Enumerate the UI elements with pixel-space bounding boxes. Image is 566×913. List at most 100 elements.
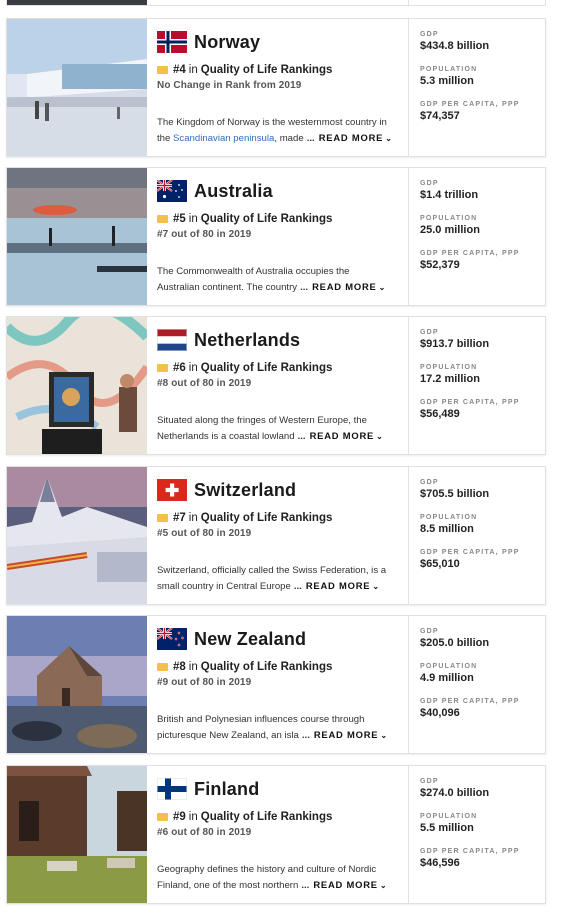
rank-number: #9 [173,811,186,823]
ranking-badge-icon [157,364,168,372]
country-photo[interactable] [7,616,147,753]
country-photo[interactable] [7,766,147,903]
read-more-button[interactable]: READ MORE ⌄ [312,279,386,295]
gdp-per-capita-label: GDP PER CAPITA, PPP [420,250,520,257]
country-description: Geography defines the history and cultur… [157,862,402,893]
rank-row: #5 in Quality of Life Rankings [157,213,402,225]
country-card: Netherlands #6 in Quality of Life Rankin… [6,316,546,455]
rank-row: #6 in Quality of Life Rankings [157,362,402,374]
read-more-label: READ MORE [312,281,377,292]
chevron-down-icon: ⌄ [372,582,380,591]
ellipsis: ... [301,729,310,741]
country-name[interactable]: Finland [194,779,259,800]
previous-rank: #8 out of 80 in 2019 [157,378,252,389]
new-zealand-flag-icon [157,628,187,650]
gdp-label: GDP [420,31,439,38]
rank-number: #6 [173,362,186,374]
card-main: Netherlands #6 in Quality of Life Rankin… [157,327,402,449]
ranking-list-link[interactable]: Quality of Life Rankings [201,512,333,524]
previous-card-stub [6,0,546,6]
gdp-value: $205.0 billion [420,637,490,649]
read-more-button[interactable]: READ MORE ⌄ [306,578,380,594]
country-name[interactable]: Switzerland [194,480,296,501]
country-name[interactable]: Norway [194,32,260,53]
ellipsis: ... [306,132,315,144]
population-value: 5.3 million [420,75,474,87]
population-label: POPULATION [420,66,478,73]
rank-number: #7 [173,512,186,524]
rank-row: #7 in Quality of Life Rankings [157,512,402,524]
country-description: British and Polynesian influences course… [157,712,402,743]
ranking-list-link[interactable]: Quality of Life Rankings [201,811,333,823]
rank-row: #9 in Quality of Life Rankings [157,811,402,823]
rank-row: #8 in Quality of Life Rankings [157,661,402,673]
description-text: Finland, one of the most northern [157,879,299,891]
description-line: Geography defines the history and cultur… [157,864,377,875]
country-description: The Kingdom of Norway is the westernmost… [157,115,402,146]
country-photo[interactable] [7,168,147,305]
gdp-per-capita-value: $65,010 [420,558,460,570]
gdp-label: GDP [420,479,439,486]
country-stats: GDP $434.8 billion POPULATION 5.3 millio… [408,19,545,156]
population-value: 17.2 million [420,373,480,385]
card-main: Australia #5 in Quality of Life Rankings… [157,178,402,300]
country-card: Norway #4 in Quality of Life Rankings No… [6,18,546,157]
rank-in-text: in [188,811,198,823]
gdp-per-capita-label: GDP PER CAPITA, PPP [420,848,520,855]
population-value: 8.5 million [420,523,474,535]
rank-number: #4 [173,64,186,76]
read-more-label: READ MORE [313,729,379,740]
chevron-down-icon: ⌄ [385,134,393,143]
description-text: picturesque New Zealand, an isla [157,729,299,741]
ranking-badge-icon [157,813,168,821]
read-more-label: READ MORE [305,580,371,591]
country-stats: GDP $913.7 billion POPULATION 17.2 milli… [408,317,545,454]
ranking-list-link[interactable]: Quality of Life Rankings [201,64,333,76]
scandinavian-peninsula-link[interactable]: Scandinavian peninsula [173,133,274,144]
gdp-value: $434.8 billion [420,40,490,52]
country-photo[interactable] [7,19,147,156]
ellipsis: ... [301,879,310,891]
country-photo[interactable] [7,467,147,604]
gdp-value: $274.0 billion [420,787,490,799]
ellipsis: ... [293,580,302,592]
description-line: British and Polynesian influences course… [157,714,365,725]
chevron-down-icon: ⌄ [379,881,388,890]
country-name[interactable]: New Zealand [194,629,306,650]
ranking-list-link[interactable]: Quality of Life Rankings [201,213,333,225]
ranking-list-link[interactable]: Quality of Life Rankings [201,661,333,673]
gdp-label: GDP [420,778,439,785]
finland-flag-icon [157,778,187,800]
population-label: POPULATION [420,215,478,222]
population-label: POPULATION [420,663,478,670]
rank-in-text: in [188,362,198,374]
country-description: The Commonwealth of Australia occupies t… [157,264,402,295]
description-text: , made [274,132,304,144]
read-more-label: READ MORE [309,430,375,441]
chevron-down-icon: ⌄ [376,432,384,441]
country-stats: GDP $274.0 billion POPULATION 5.5 millio… [408,766,545,903]
population-label: POPULATION [420,514,478,521]
read-more-button[interactable]: READ MORE ⌄ [313,877,387,893]
rank-number: #5 [173,213,186,225]
read-more-button[interactable]: READ MORE ⌄ [319,130,393,146]
country-name[interactable]: Australia [194,181,273,202]
read-more-button[interactable]: READ MORE ⌄ [310,428,384,444]
read-more-button[interactable]: READ MORE ⌄ [314,727,388,743]
country-name[interactable]: Netherlands [194,330,300,351]
card-main: Norway #4 in Quality of Life Rankings No… [157,29,402,151]
gdp-value: $1.4 trillion [420,189,479,201]
country-photo[interactable] [7,317,147,454]
rank-in-text: in [188,661,198,673]
gdp-per-capita-value: $52,379 [420,259,460,271]
previous-rank: #7 out of 80 in 2019 [157,229,252,240]
ranking-badge-icon [157,215,168,223]
description-line: Situated along the fringes of Western Eu… [157,415,367,426]
gdp-per-capita-value: $40,096 [420,707,460,719]
gdp-label: GDP [420,329,439,336]
gdp-label: GDP [420,628,439,635]
ranking-list-link[interactable]: Quality of Life Rankings [201,362,333,374]
gdp-per-capita-value: $56,489 [420,408,460,420]
country-stats: GDP $1.4 trillion POPULATION 25.0 millio… [408,168,545,305]
gdp-per-capita-label: GDP PER CAPITA, PPP [420,698,520,705]
